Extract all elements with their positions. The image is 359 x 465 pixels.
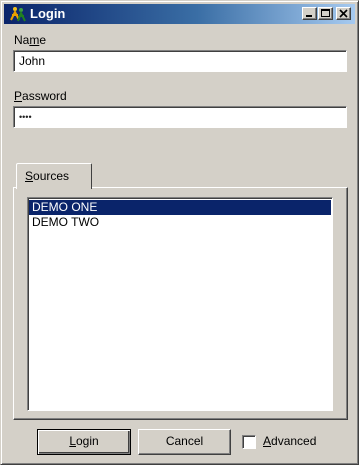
tab-sources-label: Sources bbox=[25, 169, 70, 183]
minimize-icon bbox=[306, 15, 312, 17]
close-button[interactable] bbox=[336, 7, 351, 20]
name-label: Name bbox=[14, 33, 47, 47]
advanced-checkbox[interactable] bbox=[242, 435, 256, 449]
login-window: Login Name John Password •••• Sources DE… bbox=[0, 0, 359, 465]
maximize-icon bbox=[321, 9, 330, 17]
name-field[interactable]: John bbox=[13, 50, 347, 72]
password-label: Password bbox=[14, 89, 67, 103]
password-field[interactable]: •••• bbox=[13, 106, 347, 128]
title-bar[interactable]: Login bbox=[4, 4, 355, 24]
list-item[interactable]: DEMO TWO bbox=[29, 215, 331, 230]
people-app-icon bbox=[10, 6, 26, 22]
minimize-button[interactable] bbox=[302, 7, 317, 20]
maximize-button[interactable] bbox=[318, 7, 333, 20]
close-icon bbox=[339, 9, 348, 18]
list-item[interactable]: DEMO ONE bbox=[29, 200, 331, 215]
login-button[interactable]: Login bbox=[37, 429, 131, 455]
window-title: Login bbox=[30, 6, 66, 21]
sources-list[interactable]: DEMO ONE DEMO TWO bbox=[27, 197, 333, 411]
tab-sources[interactable]: Sources bbox=[16, 163, 92, 189]
advanced-label[interactable]: Advanced bbox=[263, 434, 316, 448]
cancel-button[interactable]: Cancel bbox=[138, 429, 231, 455]
